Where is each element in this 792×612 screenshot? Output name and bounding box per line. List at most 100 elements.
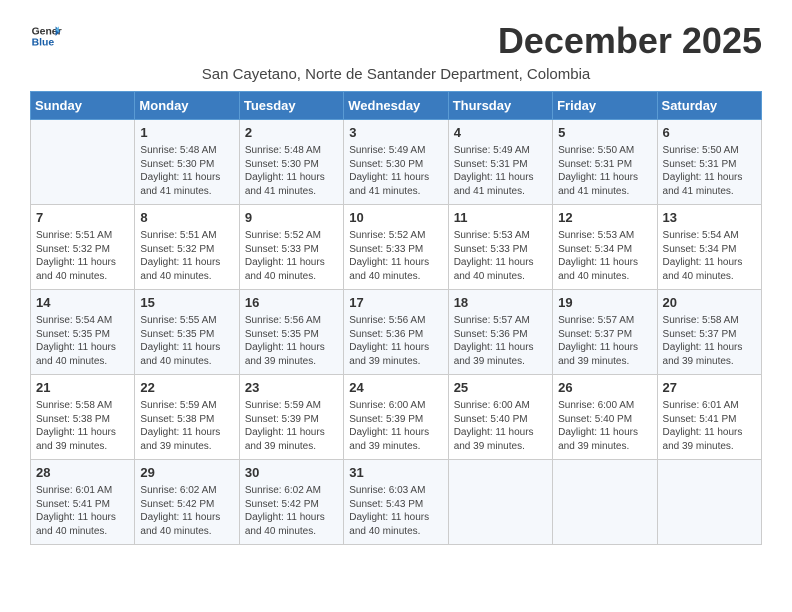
calendar-day-cell: 5Sunrise: 5:50 AMSunset: 5:31 PMDaylight…	[553, 120, 657, 205]
day-info: Sunrise: 5:50 AMSunset: 5:31 PMDaylight:…	[663, 144, 756, 198]
header-day: Saturday	[657, 92, 761, 120]
day-info: Sunrise: 6:00 AMSunset: 5:40 PMDaylight:…	[558, 399, 651, 453]
calendar-day-cell: 25Sunrise: 6:00 AMSunset: 5:40 PMDayligh…	[448, 375, 552, 460]
day-info: Sunrise: 5:56 AMSunset: 5:36 PMDaylight:…	[349, 314, 442, 368]
calendar-table: SundayMondayTuesdayWednesdayThursdayFrid…	[30, 91, 762, 545]
day-info: Sunrise: 5:48 AMSunset: 5:30 PMDaylight:…	[140, 144, 233, 198]
calendar-day-cell: 20 Sunrise: 5:58 AMSunset: 5:37 PMDayligh…	[657, 290, 761, 375]
day-info: Sunrise: 5:58 AMSunset: 5:37 PMDaylight:…	[663, 314, 756, 368]
calendar-header: SundayMondayTuesdayWednesdayThursdayFrid…	[31, 92, 762, 120]
day-number: 19	[558, 294, 651, 312]
day-number: 28	[36, 464, 129, 482]
calendar-week-row: 1 Sunrise: 5:48 AMSunset: 5:30 PMDaylight…	[31, 120, 762, 205]
day-number: 26	[558, 379, 651, 397]
calendar-day-cell	[553, 460, 657, 545]
calendar-day-cell: 21 Sunrise: 5:58 AMSunset: 5:38 PMDayligh…	[31, 375, 135, 460]
day-number: 27	[663, 379, 756, 397]
calendar-body: 1 Sunrise: 5:48 AMSunset: 5:30 PMDaylight…	[31, 120, 762, 545]
calendar-day-cell: 4 Sunrise: 5:49 AMSunset: 5:31 PMDaylight…	[448, 120, 552, 205]
logo: General Blue	[30, 20, 62, 52]
calendar-day-cell: 11 Sunrise: 5:53 AMSunset: 5:33 PMDayligh…	[448, 205, 552, 290]
day-info: Sunrise: 6:00 AMSunset: 5:39 PMDaylight:…	[349, 399, 442, 453]
calendar-day-cell: 24 Sunrise: 6:00 AMSunset: 5:39 PMDayligh…	[344, 375, 448, 460]
calendar-day-cell	[31, 120, 135, 205]
day-number: 2	[245, 124, 338, 142]
calendar-week-row: 14Sunrise: 5:54 AMSunset: 5:35 PMDayligh…	[31, 290, 762, 375]
calendar-day-cell: 10Sunrise: 5:52 AMSunset: 5:33 PMDayligh…	[344, 205, 448, 290]
day-info: Sunrise: 5:59 AMSunset: 5:38 PMDaylight:…	[140, 399, 233, 453]
day-info: Sunrise: 5:50 AMSunset: 5:31 PMDaylight:…	[558, 144, 651, 198]
day-number: 18	[454, 294, 547, 312]
day-number: 15	[140, 294, 233, 312]
subtitle: San Cayetano, Norte de Santander Departm…	[30, 66, 762, 83]
day-number: 13	[663, 209, 756, 227]
calendar-day-cell: 28 Sunrise: 6:01 AMSunset: 5:41 PMDayligh…	[31, 460, 135, 545]
day-info: Sunrise: 5:56 AMSunset: 5:35 PMDaylight:…	[245, 314, 338, 368]
day-number: 20	[663, 294, 756, 312]
calendar-day-cell: 29Sunrise: 6:02 AMSunset: 5:42 PMDayligh…	[135, 460, 239, 545]
day-info: Sunrise: 5:59 AMSunset: 5:39 PMDaylight:…	[245, 399, 338, 453]
day-info: Sunrise: 5:49 AMSunset: 5:30 PMDaylight:…	[349, 144, 442, 198]
day-number: 6	[663, 124, 756, 142]
header-day: Friday	[553, 92, 657, 120]
day-info: Sunrise: 5:58 AMSunset: 5:38 PMDaylight:…	[36, 399, 129, 453]
day-number: 14	[36, 294, 129, 312]
calendar-day-cell: 7 Sunrise: 5:51 AMSunset: 5:32 PMDaylight…	[31, 205, 135, 290]
calendar-week-row: 7 Sunrise: 5:51 AMSunset: 5:32 PMDaylight…	[31, 205, 762, 290]
day-number: 23	[245, 379, 338, 397]
calendar-day-cell: 22 Sunrise: 5:59 AMSunset: 5:38 PMDayligh…	[135, 375, 239, 460]
month-title: December 2025	[498, 20, 762, 62]
day-info: Sunrise: 6:01 AMSunset: 5:41 PMDaylight:…	[663, 399, 756, 453]
day-number: 11	[454, 209, 547, 227]
calendar-day-cell: 13 Sunrise: 5:54 AMSunset: 5:34 PMDayligh…	[657, 205, 761, 290]
calendar-day-cell: 14Sunrise: 5:54 AMSunset: 5:35 PMDayligh…	[31, 290, 135, 375]
day-info: Sunrise: 5:57 AMSunset: 5:36 PMDaylight:…	[454, 314, 547, 368]
day-number: 30	[245, 464, 338, 482]
day-info: Sunrise: 5:51 AMSunset: 5:32 PMDaylight:…	[140, 229, 233, 283]
calendar-day-cell: 12 Sunrise: 5:53 AMSunset: 5:34 PMDayligh…	[553, 205, 657, 290]
day-number: 12	[558, 209, 651, 227]
header-day: Thursday	[448, 92, 552, 120]
header-day: Tuesday	[239, 92, 343, 120]
calendar-week-row: 28 Sunrise: 6:01 AMSunset: 5:41 PMDayligh…	[31, 460, 762, 545]
day-number: 17	[349, 294, 442, 312]
day-number: 22	[140, 379, 233, 397]
calendar-day-cell	[657, 460, 761, 545]
calendar-week-row: 21 Sunrise: 5:58 AMSunset: 5:38 PMDayligh…	[31, 375, 762, 460]
day-number: 25	[454, 379, 547, 397]
calendar-day-cell	[448, 460, 552, 545]
day-info: Sunrise: 6:02 AMSunset: 5:42 PMDaylight:…	[245, 484, 338, 538]
day-info: Sunrise: 5:53 AMSunset: 5:34 PMDaylight:…	[558, 229, 651, 283]
page-header: General Blue December 2025	[30, 20, 762, 62]
day-info: Sunrise: 5:54 AMSunset: 5:34 PMDaylight:…	[663, 229, 756, 283]
day-info: Sunrise: 5:52 AMSunset: 5:33 PMDaylight:…	[349, 229, 442, 283]
day-number: 7	[36, 209, 129, 227]
calendar-day-cell: 6 Sunrise: 5:50 AMSunset: 5:31 PMDaylight…	[657, 120, 761, 205]
logo-icon: General Blue	[30, 20, 62, 52]
day-info: Sunrise: 5:53 AMSunset: 5:33 PMDaylight:…	[454, 229, 547, 283]
header-row: SundayMondayTuesdayWednesdayThursdayFrid…	[31, 92, 762, 120]
day-info: Sunrise: 5:52 AMSunset: 5:33 PMDaylight:…	[245, 229, 338, 283]
day-number: 1	[140, 124, 233, 142]
day-number: 3	[349, 124, 442, 142]
day-info: Sunrise: 6:01 AMSunset: 5:41 PMDaylight:…	[36, 484, 129, 538]
header-day: Wednesday	[344, 92, 448, 120]
calendar-day-cell: 16 Sunrise: 5:56 AMSunset: 5:35 PMDayligh…	[239, 290, 343, 375]
day-info: Sunrise: 5:57 AMSunset: 5:37 PMDaylight:…	[558, 314, 651, 368]
day-info: Sunrise: 5:49 AMSunset: 5:31 PMDaylight:…	[454, 144, 547, 198]
day-info: Sunrise: 5:51 AMSunset: 5:32 PMDaylight:…	[36, 229, 129, 283]
header-day: Sunday	[31, 92, 135, 120]
calendar-day-cell: 23 Sunrise: 5:59 AMSunset: 5:39 PMDayligh…	[239, 375, 343, 460]
day-number: 9	[245, 209, 338, 227]
day-info: Sunrise: 6:03 AMSunset: 5:43 PMDaylight:…	[349, 484, 442, 538]
calendar-day-cell: 19 Sunrise: 5:57 AMSunset: 5:37 PMDayligh…	[553, 290, 657, 375]
day-number: 4	[454, 124, 547, 142]
calendar-day-cell: 15Sunrise: 5:55 AMSunset: 5:35 PMDayligh…	[135, 290, 239, 375]
calendar-day-cell: 27 Sunrise: 6:01 AMSunset: 5:41 PMDayligh…	[657, 375, 761, 460]
day-number: 16	[245, 294, 338, 312]
calendar-day-cell: 3 Sunrise: 5:49 AMSunset: 5:30 PMDaylight…	[344, 120, 448, 205]
day-number: 24	[349, 379, 442, 397]
day-number: 31	[349, 464, 442, 482]
day-number: 21	[36, 379, 129, 397]
header-day: Monday	[135, 92, 239, 120]
